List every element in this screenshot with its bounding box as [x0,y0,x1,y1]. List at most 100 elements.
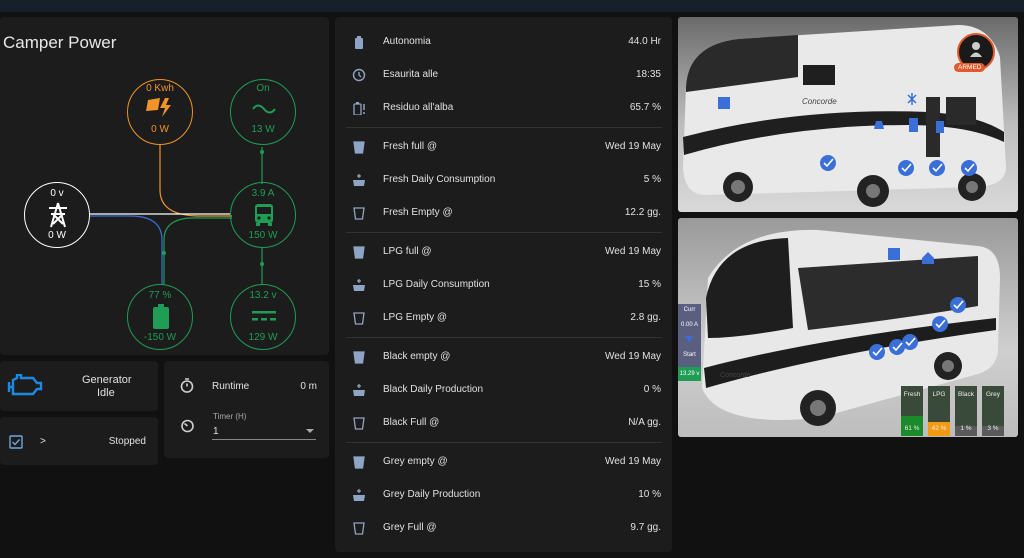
stat-row[interactable]: Fresh Empty @ 12.2 gg. [346,196,661,229]
tank-name: Black [958,391,974,398]
tank-bar-fresh[interactable]: Fresh 61 % [901,386,923,436]
cup-empty-icon [353,522,365,535]
dc-icon [252,311,276,321]
generator-expand-link[interactable]: > [40,436,46,447]
tank-value: 42 % [931,425,947,432]
stat-value: 65.7 % [629,102,661,113]
battery-node[interactable]: 77 % -150 W [127,284,193,350]
home-current: 3.9 A [251,188,275,199]
cup-plus-icon [353,174,365,186]
cup-plus-icon [353,489,365,501]
tank-name: LPG [932,391,946,398]
stat-label: Grey empty @ [383,456,448,467]
cup-empty-icon [353,417,365,430]
stat-label: Black empty @ [383,351,451,362]
grid-power: 0 W [48,230,66,241]
stat-row[interactable]: Grey Full @ 9.7 gg. [346,511,661,544]
stat-row[interactable]: LPG full @ Wed 19 May [346,235,661,268]
generator-toggle-card: > Stopped [0,417,158,465]
stat-label: Grey Full @ [383,522,437,533]
battery-power: -150 W [143,332,177,343]
stat-divider [346,337,662,338]
stat-label: Grey Daily Production [383,489,481,500]
generator-state: Idle [97,387,115,399]
battery-icon [153,304,169,329]
bus-icon [255,204,273,226]
stat-value: 5 % [643,174,661,185]
stat-value: 15 % [638,279,661,290]
tank-bar-black[interactable]: Black 1 % [955,386,977,436]
transmission-tower-icon [49,202,67,228]
runtime-value: 0 m [300,381,317,392]
tank-bar-grey[interactable]: Grey 3 % [982,386,1004,436]
checkbox-icon[interactable] [9,435,23,449]
stat-label: LPG Empty @ [383,312,448,323]
timer-select[interactable]: Timer (H) 1 [212,411,316,440]
runtime-card: Runtime 0 m Timer (H) 1 [164,361,329,458]
current-label: Curr [683,307,696,313]
cup-empty-icon [353,312,365,325]
clock-icon [352,68,366,82]
stat-label: Black Full @ [383,417,440,428]
stat-value: Wed 19 May [605,141,661,152]
dc-voltage: 13.2 v [249,290,277,301]
dc-node[interactable]: 13.2 v 129 W [230,284,296,350]
tank-bar-lpg[interactable]: LPG 42 % [928,386,950,436]
stat-row[interactable]: Grey Daily Production 10 % [346,478,661,511]
stat-row[interactable]: Autonomia 44.0 Hr [346,25,661,58]
cup-full-icon [353,246,365,259]
stat-value: N/A gg. [628,417,661,428]
start-label: Start [683,352,696,358]
stat-row[interactable]: Esaurita alle 18:35 [346,58,661,91]
stat-label: Autonomia [383,36,431,47]
stat-value: 2.8 gg. [630,312,661,323]
timer-value: 1 [213,426,219,437]
sine-wave-icon [252,104,276,114]
grid-voltage: 0 v [50,188,64,199]
solar-energy: 0 Kwh [146,83,174,94]
grid-node[interactable]: 0 v 0 W [24,182,90,248]
stat-row[interactable]: LPG Empty @ 2.8 gg. [346,301,661,334]
stat-value: 10 % [638,489,661,500]
stat-row[interactable]: Fresh full @ Wed 19 May [346,130,661,163]
battery-sun-icon [353,102,365,115]
stat-row[interactable]: Fresh Daily Consumption 5 % [346,163,661,196]
timer-label: Timer (H) [213,412,247,421]
stat-row[interactable]: Residuo all'alba 65.7 % [346,91,661,124]
tank-name: Fresh [903,391,921,398]
stat-divider [346,232,662,233]
tank-name: Grey [985,391,1001,398]
generator-status: Stopped [108,436,146,447]
start-voltage: 13.29 v [678,367,701,381]
stat-label: LPG Daily Consumption [383,279,490,290]
stat-row[interactable]: LPG Daily Consumption 15 % [346,268,661,301]
stat-value: 18:35 [635,69,661,80]
stat-value: 0 % [643,384,661,395]
arrow-down-icon [685,336,693,342]
stat-value: 9.7 gg. [630,522,661,533]
solar-panel-icon [146,98,171,117]
generator-name: Generator [82,374,132,386]
timer-icon [181,419,194,433]
cup-full-icon [353,456,365,469]
stat-row[interactable]: Black Daily Production 0 % [346,373,661,406]
stat-value: 44.0 Hr [628,36,661,47]
stat-row[interactable]: Grey empty @ Wed 19 May [346,445,661,478]
camper-status-icons[interactable] [678,17,1018,212]
inverter-node[interactable]: On 13 W [230,79,296,145]
solar-power: 0 W [151,124,169,135]
cup-full-icon [353,141,365,154]
generator-card[interactable]: Generator Idle [0,361,158,411]
stat-row[interactable]: Black Full @ N/A gg. [346,406,661,439]
inverter-power: 13 W [251,124,275,135]
home-power: 150 W [248,230,278,241]
cup-empty-icon [353,207,365,220]
stat-label: Fresh Daily Consumption [383,174,496,185]
home-node[interactable]: 3.9 A 150 W [230,182,296,248]
solar-node[interactable]: 0 Kwh 0 W [127,79,193,145]
stat-value: Wed 19 May [605,456,661,467]
stat-row[interactable]: Black empty @ Wed 19 May [346,340,661,373]
camper-side-image: Concorde ARMED [678,17,1018,212]
tank-value: 1 % [960,425,972,432]
cup-plus-icon [353,384,365,396]
